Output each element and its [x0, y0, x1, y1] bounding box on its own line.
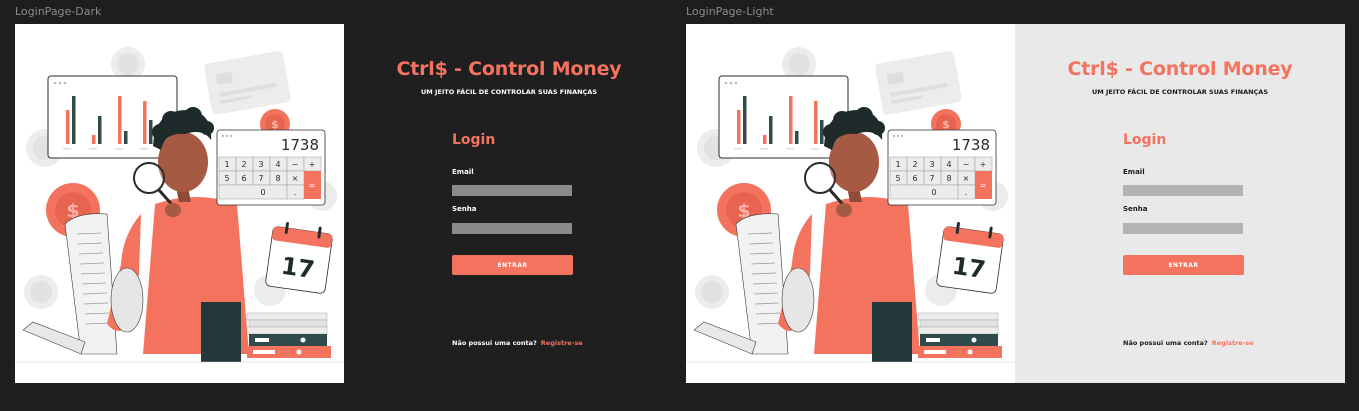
email-field[interactable] — [452, 185, 572, 196]
login-heading: Login — [452, 132, 496, 148]
login-page-dark: $ $ 1738 1 2 3 4 − + 5 6 7 8 × = 0 . 17 … — [15, 24, 674, 383]
signup-link[interactable]: Registre-se — [541, 339, 583, 347]
signup-link[interactable]: Registre-se — [1212, 339, 1254, 347]
login-heading: Login — [1123, 132, 1167, 148]
calendar-icon: 17 — [265, 222, 333, 294]
frame-label-light: LoginPage-Light — [686, 5, 774, 18]
login-page-light: $ $ 1738 1 2 3 4 − + 5 6 7 8 × = 0 . 17 … — [686, 24, 1345, 383]
svg-text:=: = — [980, 181, 987, 190]
signup-prompt: Não possui uma conta? — [1123, 339, 1208, 347]
svg-text:=: = — [309, 181, 316, 190]
svg-text:×: × — [963, 174, 970, 183]
svg-text:7: 7 — [929, 174, 934, 183]
svg-text:6: 6 — [912, 174, 917, 183]
password-label: Senha — [452, 205, 477, 213]
svg-text:2: 2 — [241, 160, 246, 169]
signup-row: Não possui uma conta? Registre-se — [1123, 339, 1254, 347]
credit-card-icon — [204, 51, 291, 115]
finance-illustration: $ $ 1738 1 2 3 4 − + 5 6 7 8 × = 0 . 17 — [686, 47, 1015, 363]
binders-icon — [917, 312, 1002, 358]
svg-text:7: 7 — [258, 174, 263, 183]
email-label: Email — [452, 168, 474, 176]
finance-illustration: $ $ 1738 1 2 3 4 − + 5 6 7 8 × = 0 . 17 — [15, 47, 344, 363]
calendar-icon: 17 — [936, 222, 1004, 294]
svg-text:4: 4 — [946, 160, 951, 169]
password-field[interactable] — [452, 223, 572, 234]
calculator-display: 1738 — [952, 136, 990, 154]
illustration-panel: $ $ 1738 1 2 3 4 − + 5 6 7 8 × = 0 . 17 — [15, 24, 344, 383]
svg-text:5: 5 — [224, 174, 229, 183]
password-field[interactable] — [1123, 223, 1243, 234]
svg-text:0: 0 — [931, 188, 936, 197]
svg-text:1: 1 — [224, 160, 229, 169]
svg-text:4: 4 — [275, 160, 280, 169]
svg-text:3: 3 — [929, 160, 934, 169]
email-label: Email — [1123, 168, 1145, 176]
svg-text:+: + — [309, 160, 316, 169]
password-label: Senha — [1123, 205, 1148, 213]
brand-subtitle: UM JEITO FÁCIL DE CONTROLAR SUAS FINANÇA… — [420, 88, 598, 96]
brand-title: Ctrl$ - Control Money — [1067, 58, 1293, 80]
login-panel: Ctrl$ - Control Money UM JEITO FÁCIL DE … — [344, 24, 674, 383]
svg-text:8: 8 — [946, 174, 951, 183]
brand-subtitle: UM JEITO FÁCIL DE CONTROLAR SUAS FINANÇA… — [1091, 88, 1269, 96]
svg-text:0: 0 — [260, 188, 265, 197]
svg-text:.: . — [965, 188, 968, 197]
calculator-icon: 1738 1 2 3 4 − + 5 6 7 8 × = 0 . — [216, 129, 326, 206]
svg-text:5: 5 — [895, 174, 900, 183]
login-button[interactable]: ENTRAR — [1123, 255, 1244, 275]
illustration-panel: $ $ 1738 1 2 3 4 − + 5 6 7 8 × = 0 . 17 — [686, 24, 1015, 383]
frame-label-dark: LoginPage-Dark — [15, 5, 102, 18]
svg-text:−: − — [292, 160, 299, 169]
credit-card-icon — [875, 51, 962, 115]
svg-text:$: $ — [271, 118, 279, 131]
login-button[interactable]: ENTRAR — [452, 255, 573, 275]
svg-text:$: $ — [942, 118, 950, 131]
signup-row: Não possui uma conta? Registre-se — [452, 339, 583, 347]
calendar-day: 17 — [279, 252, 316, 284]
binders-icon — [246, 312, 331, 358]
svg-text:−: − — [963, 160, 970, 169]
signup-prompt: Não possui uma conta? — [452, 339, 537, 347]
email-field[interactable] — [1123, 185, 1243, 196]
calculator-icon: 1738 1 2 3 4 − + 5 6 7 8 × = 0 . — [887, 129, 997, 206]
svg-text:3: 3 — [258, 160, 263, 169]
calendar-day: 17 — [950, 252, 987, 284]
svg-text:×: × — [292, 174, 299, 183]
calculator-display: 1738 — [281, 136, 319, 154]
svg-text:8: 8 — [275, 174, 280, 183]
svg-text:6: 6 — [241, 174, 246, 183]
svg-text:2: 2 — [912, 160, 917, 169]
svg-text:1: 1 — [895, 160, 900, 169]
login-panel: Ctrl$ - Control Money UM JEITO FÁCIL DE … — [1015, 24, 1345, 383]
svg-text:.: . — [294, 188, 297, 197]
svg-text:+: + — [980, 160, 987, 169]
brand-title: Ctrl$ - Control Money — [396, 58, 622, 80]
